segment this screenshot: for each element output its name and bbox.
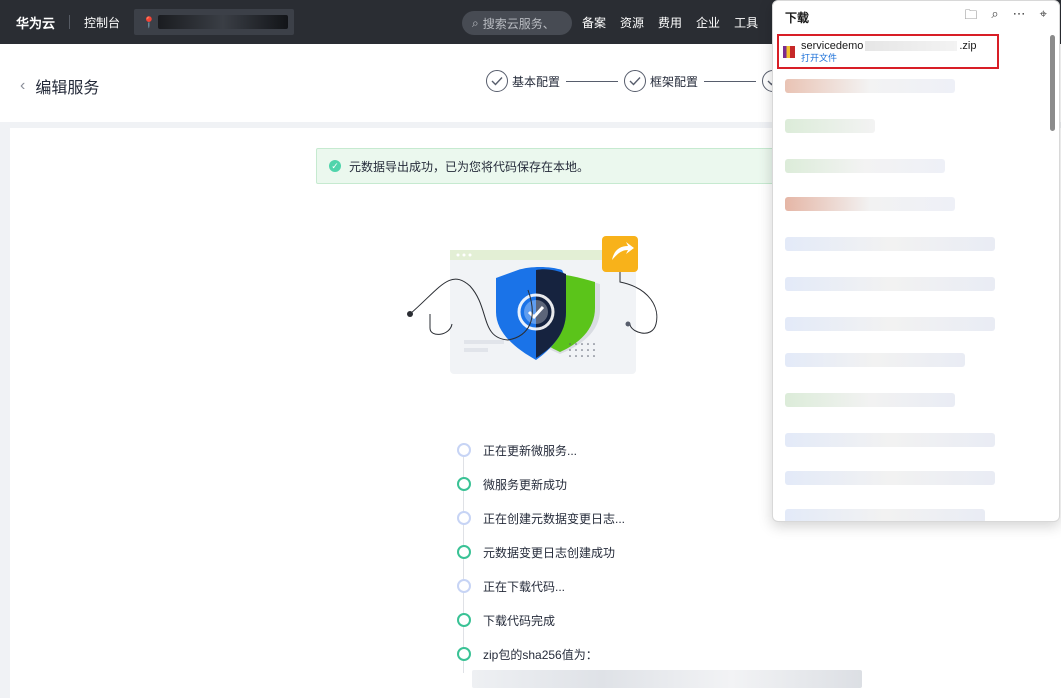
download-item-blurred[interactable] [785, 277, 995, 291]
downloads-panel: 下载 🗀 ⌕ ⋯ ⌖ servicedemo .zip 打开文件 [772, 0, 1060, 522]
back-button[interactable]: ‹ 编辑服务 [20, 74, 99, 98]
zip-file-icon [783, 46, 795, 58]
timeline-item: 正在创建元数据变更日志... [457, 501, 625, 535]
check-circle-icon [486, 70, 508, 92]
download-item-blurred[interactable] [785, 393, 955, 407]
download-item-blurred[interactable] [785, 159, 945, 173]
folder-icon[interactable]: 🗀 [964, 6, 977, 28]
download-item-blurred[interactable] [785, 237, 995, 251]
timeline-label: zip包的sha256值为： [483, 647, 598, 662]
menu-item-enterprise[interactable]: 企业 [696, 14, 720, 31]
download-item-blurred[interactable] [785, 79, 955, 93]
done-dot-icon [457, 613, 471, 627]
menu-item-resources[interactable]: 资源 [620, 14, 644, 31]
download-item-blurred[interactable] [785, 509, 985, 521]
timeline-label: 元数据变更日志创建成功 [483, 545, 616, 560]
brand-logo[interactable]: 华为云 [16, 13, 55, 32]
search-box[interactable]: ⌕ 搜索云服务、 [462, 11, 572, 35]
download-item-blurred[interactable] [785, 197, 955, 211]
step-label: 基本配置 [512, 74, 561, 89]
done-dot-icon [457, 545, 471, 559]
nav-divider [69, 15, 71, 29]
top-menu: 备案 资源 费用 企业 工具 [582, 14, 758, 31]
downloads-title: 下载 [785, 10, 810, 25]
download-item-blurred[interactable] [785, 317, 995, 331]
step-label: 框架配置 [650, 74, 699, 89]
timeline-item: 正在下载代码... [457, 569, 625, 603]
timeline-item: zip包的sha256值为： [457, 637, 625, 671]
timeline-item: 正在更新微服务... [457, 433, 625, 467]
pending-dot-icon [457, 579, 471, 593]
chevron-left-icon: ‹ [20, 77, 26, 94]
timeline-label: 下载代码完成 [483, 613, 556, 628]
sha256-value-redacted [472, 670, 862, 688]
alert-text: 元数据导出成功，已为您将代码保存在本地。 [349, 159, 590, 174]
download-item-info: servicedemo .zip 打开文件 [801, 40, 976, 64]
pending-dot-icon [457, 443, 471, 457]
progress-timeline: 正在更新微服务... 微服务更新成功 正在创建元数据变更日志... 元数据变更日… [457, 433, 625, 673]
download-item-zip[interactable]: servicedemo .zip 打开文件 [777, 34, 999, 69]
success-check-icon: ✓ [329, 160, 341, 172]
step-connector [566, 80, 619, 82]
pin-icon[interactable]: ⌖ [1040, 6, 1047, 28]
region-selector[interactable]: 📍 [134, 9, 295, 35]
shield-illustration [407, 236, 658, 374]
step-indicator: 基本配置 框架配置 [486, 70, 788, 92]
menu-item-tools[interactable]: 工具 [734, 14, 758, 31]
step-connector [704, 80, 757, 82]
search-icon[interactable]: ⌕ [991, 6, 998, 28]
success-alert: ✓ 元数据导出成功，已为您将代码保存在本地。 [316, 148, 786, 184]
download-item-blurred[interactable] [785, 353, 965, 367]
timeline-label: 正在下载代码... [483, 579, 566, 594]
downloads-header: 下载 🗀 ⌕ ⋯ ⌖ [773, 1, 1059, 33]
file-name-redacted [865, 41, 958, 52]
step-framework-config: 框架配置 [624, 70, 762, 92]
timeline-label: 微服务更新成功 [483, 477, 568, 492]
open-file-link[interactable]: 打开文件 [801, 53, 976, 64]
page-title: 编辑服务 [35, 80, 100, 97]
region-name-redacted [158, 15, 289, 29]
more-icon[interactable]: ⋯ [1013, 6, 1026, 28]
menu-item-billing[interactable]: 费用 [658, 14, 682, 31]
check-circle-icon [624, 70, 647, 92]
search-placeholder: 搜索云服务、 [482, 16, 555, 31]
download-item-blurred[interactable] [785, 471, 995, 485]
timeline-item: 下载代码完成 [457, 603, 625, 637]
menu-item-beian[interactable]: 备案 [582, 14, 606, 31]
scrollbar-thumb[interactable] [1050, 35, 1055, 131]
console-link[interactable]: 控制台 [84, 14, 120, 31]
done-dot-icon [457, 647, 471, 661]
downloads-toolbar: 🗀 ⌕ ⋯ ⌖ [964, 6, 1047, 28]
step-basic-config: 基本配置 [486, 70, 624, 92]
timeline-label: 正在创建元数据变更日志... [483, 511, 626, 526]
download-file-name: servicedemo .zip [801, 40, 976, 53]
pending-dot-icon [457, 511, 471, 525]
file-name-prefix: servicedemo [801, 40, 864, 52]
timeline-label: 正在更新微服务... [483, 443, 578, 458]
download-item-blurred[interactable] [785, 119, 875, 133]
timeline-item: 元数据变更日志创建成功 [457, 535, 625, 569]
search-icon: ⌕ [472, 15, 479, 30]
done-dot-icon [457, 477, 471, 491]
timeline-item: 微服务更新成功 [457, 467, 625, 501]
download-item-blurred[interactable] [785, 433, 995, 447]
location-pin-icon: 📍 [142, 16, 156, 29]
file-name-suffix: .zip [959, 40, 977, 52]
